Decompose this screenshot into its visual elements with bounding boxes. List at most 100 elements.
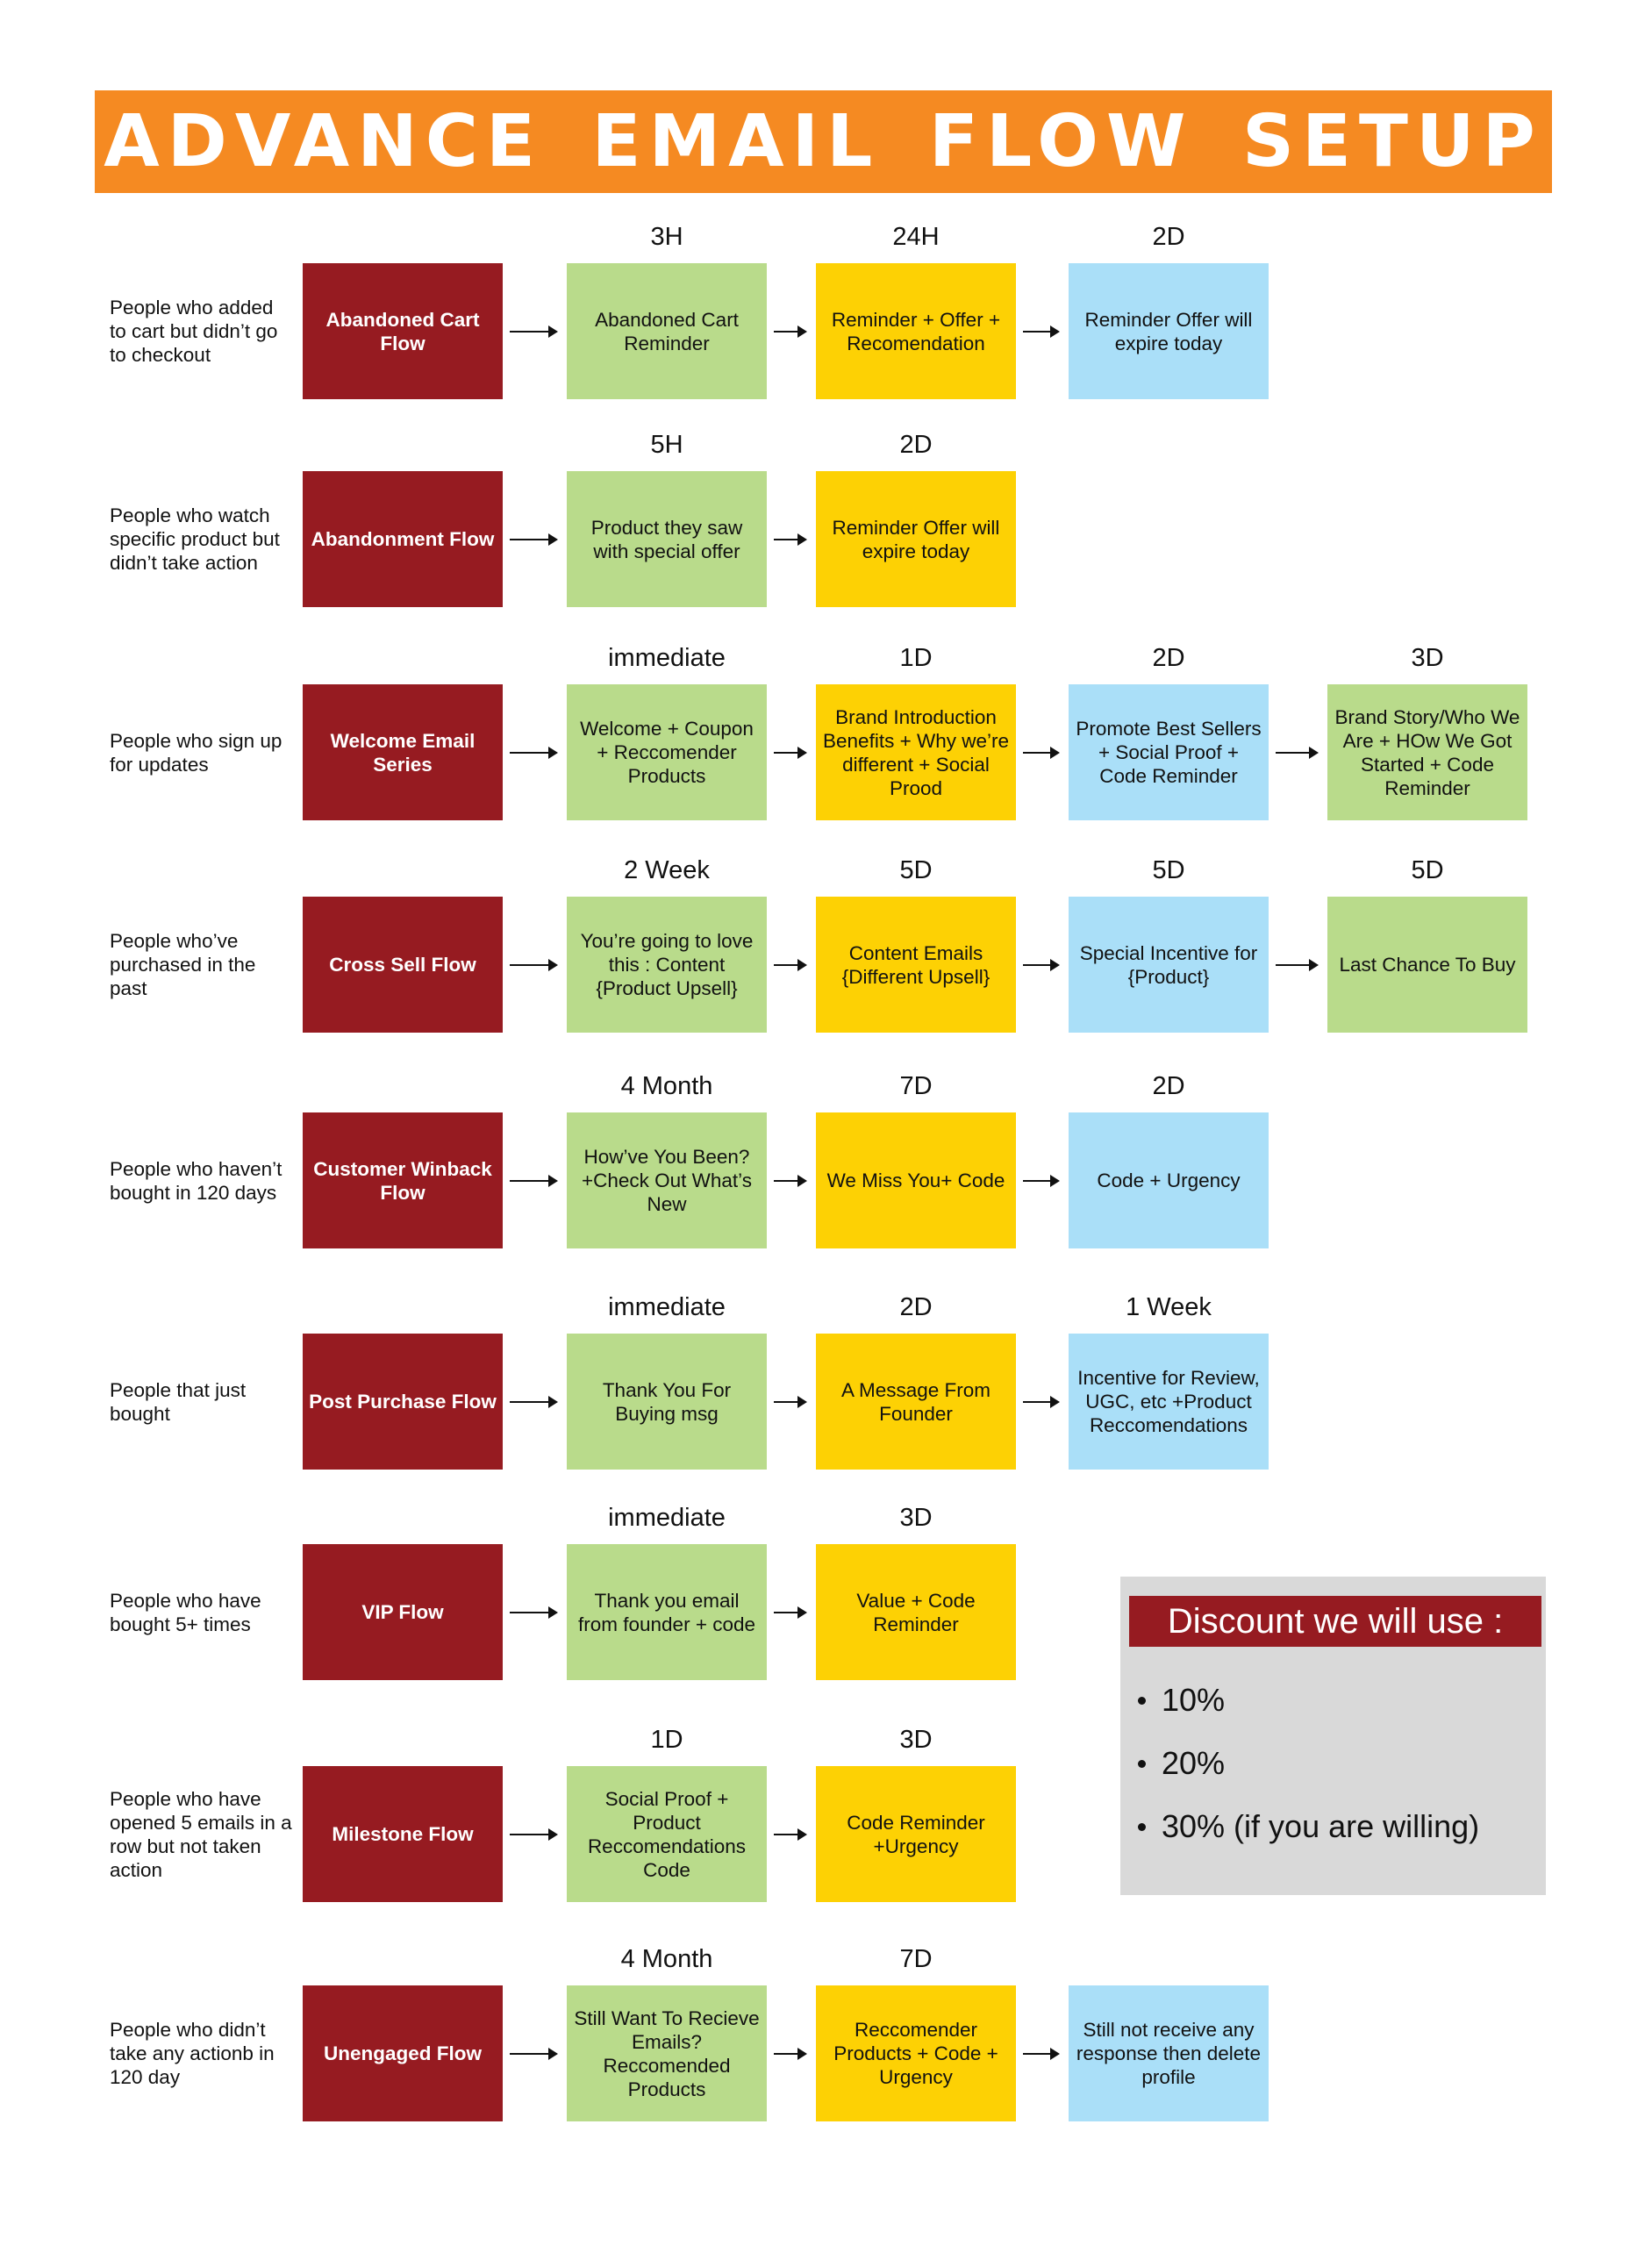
- step-timing: 5H: [650, 431, 683, 459]
- step-timing: 2D: [1152, 1072, 1185, 1100]
- audience-description: People who have bought 5+ times: [110, 1589, 261, 1635]
- email-step-box: Special Incentive for {Product}: [1069, 897, 1269, 1033]
- flow-row: People who added to cart but didn’t go t…: [0, 223, 1652, 439]
- arrow-right-icon: [1023, 1175, 1060, 1187]
- arrow-right-icon: [774, 1396, 807, 1408]
- arrow-right-icon: [510, 1175, 558, 1187]
- discount-item: 10%: [1138, 1669, 1479, 1732]
- step-timing: 1D: [650, 1726, 683, 1754]
- email-step-box: Incentive for Review, UGC, etc +Product …: [1069, 1334, 1269, 1470]
- email-step-box: Welcome + Coupon + Reccomender Products: [567, 684, 767, 820]
- bullet-icon: [1138, 1759, 1146, 1768]
- arrow-right-icon: [1276, 959, 1319, 971]
- step-timing: immediate: [608, 1504, 726, 1532]
- step-timing: 2 Week: [624, 856, 710, 884]
- flow-name-box: Customer Winback Flow: [303, 1112, 503, 1248]
- audience-description: People who didn’t take any actionb in 12…: [110, 2019, 275, 2088]
- flow-name-box: Post Purchase Flow: [303, 1334, 503, 1470]
- email-step-box: Still Want To Recieve Emails? Reccomende…: [567, 1985, 767, 2121]
- step-timing: 7D: [899, 1945, 933, 1973]
- audience-description: People who’ve purchased in the past: [110, 930, 256, 999]
- arrow-right-icon: [774, 325, 807, 338]
- email-step-box: Still not receive any response then dele…: [1069, 1985, 1269, 2121]
- step-timing: 5D: [1152, 856, 1185, 884]
- email-step-box: Thank you email from founder + code: [567, 1544, 767, 1680]
- arrow-right-icon: [510, 747, 558, 759]
- step-timing: 5D: [899, 856, 933, 884]
- step-timing: 5D: [1411, 856, 1444, 884]
- email-step-box: How’ve You Been? +Check Out What’s New: [567, 1112, 767, 1248]
- arrow-right-icon: [1023, 325, 1060, 338]
- step-timing: 1 Week: [1126, 1293, 1212, 1321]
- step-timing: 4 Month: [620, 1945, 713, 1973]
- email-step-box: You’re going to love this : Content {Pro…: [567, 897, 767, 1033]
- email-step-box: Promote Best Sellers + Social Proof + Co…: [1069, 684, 1269, 820]
- audience-description: People that just bought: [110, 1378, 247, 1425]
- arrow-right-icon: [774, 747, 807, 759]
- step-timing: 3D: [899, 1726, 933, 1754]
- bullet-icon: [1138, 1822, 1146, 1831]
- bullet-icon: [1138, 1696, 1146, 1705]
- audience-description: People who added to cart but didn’t go t…: [110, 297, 278, 366]
- email-step-box: We Miss You+ Code: [816, 1112, 1016, 1248]
- arrow-right-icon: [774, 959, 807, 971]
- arrow-right-icon: [510, 2048, 558, 2060]
- flow-name-box: Unengaged Flow: [303, 1985, 503, 2121]
- email-step-box: Abandoned Cart Reminder: [567, 263, 767, 399]
- email-step-box: Brand Story/Who We Are + HOw We Got Star…: [1327, 684, 1527, 820]
- step-timing: 3D: [899, 1504, 933, 1532]
- arrow-right-icon: [1023, 1396, 1060, 1408]
- audience-description: People who sign up for updates: [110, 729, 282, 776]
- flow-name-box: Welcome Email Series: [303, 684, 503, 820]
- title-banner: ADVANCE EMAIL FLOW SETUP: [95, 90, 1552, 193]
- step-timing: 2D: [899, 1293, 933, 1321]
- email-step-box: Reminder + Offer + Recomendation: [816, 263, 1016, 399]
- flow-name-box: Abandoned Cart Flow: [303, 263, 503, 399]
- step-timing: 2D: [1152, 644, 1185, 672]
- audience-description: People who watch specific product but di…: [110, 504, 280, 574]
- email-step-box: Thank You For Buying msg: [567, 1334, 767, 1470]
- arrow-right-icon: [774, 1828, 807, 1841]
- flow-name-box: Cross Sell Flow: [303, 897, 503, 1033]
- arrow-right-icon: [1276, 747, 1319, 759]
- arrow-right-icon: [774, 1175, 807, 1187]
- step-timing: 3D: [1411, 644, 1444, 672]
- arrow-right-icon: [774, 2048, 807, 2060]
- discount-item: 30% (if you are willing): [1138, 1795, 1479, 1858]
- flow-name-box: Abandonment Flow: [303, 471, 503, 607]
- arrow-right-icon: [1023, 2048, 1060, 2060]
- step-timing: 2D: [899, 431, 933, 459]
- arrow-right-icon: [510, 959, 558, 971]
- step-timing: immediate: [608, 644, 726, 672]
- email-step-box: Reccomender Products + Code + Urgency: [816, 1985, 1016, 2121]
- email-step-box: Last Chance To Buy: [1327, 897, 1527, 1033]
- step-timing: immediate: [608, 1293, 726, 1321]
- arrow-right-icon: [774, 1606, 807, 1619]
- email-step-box: A Message From Founder: [816, 1334, 1016, 1470]
- audience-description: People who haven’t bought in 120 days: [110, 1157, 282, 1204]
- page-title: ADVANCE EMAIL FLOW SETUP: [104, 100, 1543, 183]
- flow-row: People who didn’t take any actionb in 12…: [0, 1945, 1652, 2161]
- arrow-right-icon: [510, 1828, 558, 1841]
- email-step-box: Brand Introduction Benefits + Why we’re …: [816, 684, 1016, 820]
- email-step-box: Code + Urgency: [1069, 1112, 1269, 1248]
- email-step-box: Product they saw with special offer: [567, 471, 767, 607]
- email-step-box: Reminder Offer will expire today: [816, 471, 1016, 607]
- discount-title: Discount we will use :: [1129, 1596, 1541, 1647]
- email-step-box: Value + Code Reminder: [816, 1544, 1016, 1680]
- arrow-right-icon: [1023, 747, 1060, 759]
- step-timing: 3H: [650, 223, 683, 251]
- email-step-box: Code Reminder +Urgency: [816, 1766, 1016, 1902]
- flow-row: People that just bought Post Purchase Flo…: [0, 1293, 1652, 1509]
- flow-row: People who watch specific product but di…: [0, 431, 1652, 647]
- flow-row: People who haven’t bought in 120 days Cus…: [0, 1072, 1652, 1288]
- email-step-box: Content Emails {Different Upsell}: [816, 897, 1016, 1033]
- flow-name-box: VIP Flow: [303, 1544, 503, 1680]
- discount-item: 20%: [1138, 1732, 1479, 1795]
- step-timing: 24H: [892, 223, 940, 251]
- arrow-right-icon: [510, 1396, 558, 1408]
- flow-name-box: Milestone Flow: [303, 1766, 503, 1902]
- arrow-right-icon: [510, 1606, 558, 1619]
- arrow-right-icon: [510, 325, 558, 338]
- step-timing: 4 Month: [620, 1072, 713, 1100]
